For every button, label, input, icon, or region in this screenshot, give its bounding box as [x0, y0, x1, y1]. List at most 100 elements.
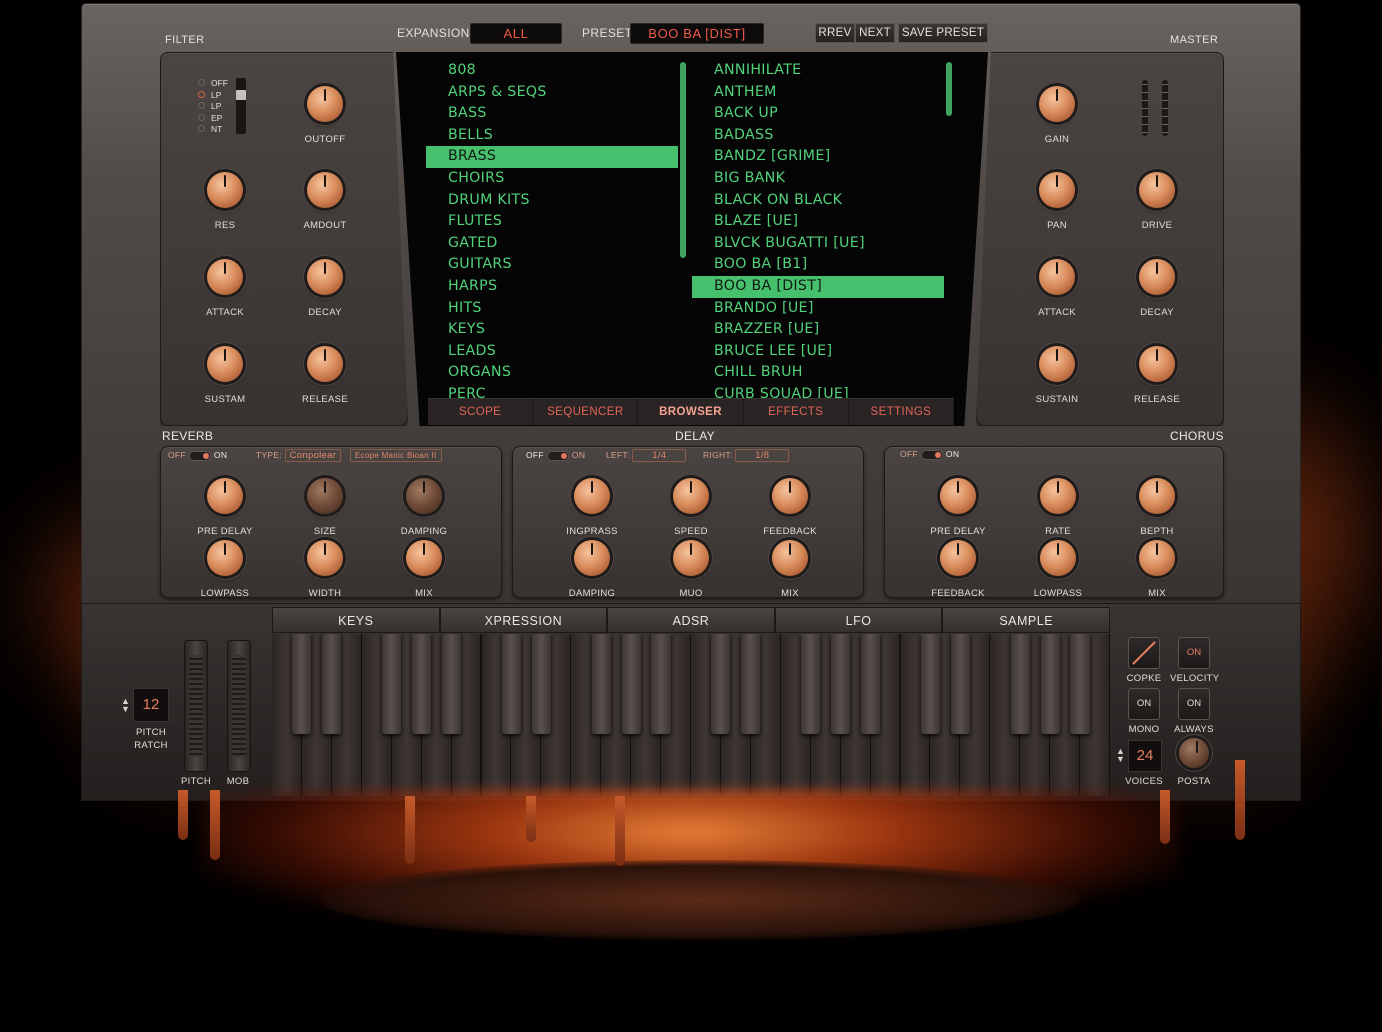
chorus-feedback-knob[interactable]: FEEDBACK — [918, 540, 998, 599]
black-key[interactable] — [920, 634, 940, 734]
tab-browser[interactable]: BROWSER — [638, 399, 744, 425]
filter-sustain-knob[interactable]: SUSTAM — [185, 346, 265, 405]
category-item[interactable]: PERC — [426, 384, 678, 398]
category-item[interactable]: BASS — [426, 103, 678, 125]
delay-right-select[interactable]: 1/8 — [735, 449, 790, 462]
category-item[interactable]: BELLS — [426, 125, 678, 147]
mod-wheel[interactable] — [227, 640, 251, 772]
category-list[interactable]: 808 ARPS & SEQS BASS BELLS BRASS CHOIRS DRUM K… — [426, 60, 678, 398]
tab-sample[interactable]: SAMPLE — [942, 607, 1110, 633]
category-item[interactable]: 808 — [426, 60, 678, 82]
expansion-select[interactable]: ALL — [470, 23, 562, 44]
black-key[interactable] — [322, 634, 342, 734]
category-item[interactable]: DRUM KITS — [426, 190, 678, 212]
master-release-knob[interactable]: RELEASE — [1117, 346, 1197, 405]
preset-item[interactable]: BRANDO [UE] — [692, 298, 944, 320]
black-key[interactable] — [412, 634, 432, 734]
delay-mod-knob[interactable]: MUO — [651, 540, 731, 599]
preset-scrollbar[interactable] — [946, 62, 952, 116]
preset-item[interactable]: BACK UP — [692, 103, 944, 125]
preset-item[interactable]: BLAZE [UE] — [692, 211, 944, 233]
preset-item[interactable]: BLVCK BUGATTI [UE] — [692, 233, 944, 255]
delay-damping-knob[interactable]: DAMPING — [552, 540, 632, 599]
chorus-rate-knob[interactable]: RATE — [1018, 478, 1098, 537]
master-drive-knob[interactable]: DRIVE — [1117, 172, 1197, 231]
black-key[interactable] — [711, 634, 731, 734]
chorus-toggle[interactable] — [920, 449, 943, 460]
piano-keyboard[interactable] — [272, 634, 1110, 796]
black-key[interactable] — [950, 634, 970, 734]
delay-toggle[interactable] — [546, 450, 569, 461]
black-key[interactable] — [501, 634, 521, 734]
reverb-predelay-knob[interactable]: PRE DELAY — [185, 478, 265, 537]
pitch-range-stepper-arrows[interactable]: ▲ ▼ — [121, 697, 130, 714]
tab-scope[interactable]: SCOPE — [428, 399, 534, 425]
chorus-lowpass-knob[interactable]: LOWPASS — [1018, 540, 1098, 599]
delay-speed-knob[interactable]: SPEED — [651, 478, 731, 537]
reverb-size-knob[interactable]: SIZE — [285, 478, 365, 537]
reverb-damping-knob[interactable]: DAMPING — [384, 478, 464, 537]
reverb-width-knob[interactable]: WIDTH — [285, 540, 365, 599]
prev-preset-button[interactable]: RREV — [815, 23, 855, 43]
category-item[interactable]: GUITARS — [426, 254, 678, 276]
black-key[interactable] — [441, 634, 462, 734]
black-key[interactable] — [591, 634, 611, 734]
master-attack-knob[interactable]: ATTACK — [1017, 259, 1097, 318]
filter-decay-knob[interactable]: DECAY — [285, 259, 365, 318]
preset-item[interactable]: BOO BA [DIST] — [692, 275, 944, 298]
category-item[interactable]: HARPS — [426, 276, 678, 298]
filter-res-knob[interactable]: RES — [185, 172, 265, 231]
black-key[interactable] — [1070, 634, 1090, 734]
preset-item[interactable]: BRAZZER [UE] — [692, 319, 944, 341]
delay-ingress-knob[interactable]: INGPRASS — [552, 478, 632, 537]
filter-cutoff-knob[interactable]: OUTOFF — [285, 86, 365, 145]
category-item[interactable]: CHOIRS — [426, 168, 678, 190]
filter-attack-knob[interactable]: ATTACK — [185, 259, 265, 318]
black-key[interactable] — [531, 634, 551, 734]
delay-feedback-knob[interactable]: FEEDBACK — [750, 478, 830, 537]
delay-mix-knob[interactable]: MIX — [750, 540, 830, 599]
category-item[interactable]: HITS — [426, 298, 678, 320]
voices-stepper-arrows[interactable]: ▲ ▼ — [1116, 747, 1125, 764]
preset-select[interactable]: BOO BA [DIST] — [630, 23, 764, 44]
preset-item[interactable]: ANTHEM — [692, 82, 944, 104]
black-key[interactable] — [382, 634, 402, 734]
tab-xpression[interactable]: XPRESSION — [439, 607, 608, 633]
black-key[interactable] — [621, 634, 641, 734]
preset-item[interactable]: BLACK ON BLACK — [692, 190, 944, 212]
master-sustain-knob[interactable]: SUSTAIN — [1017, 346, 1097, 405]
black-key[interactable] — [651, 634, 671, 734]
filter-mode-switch[interactable] — [236, 78, 246, 134]
preset-item[interactable]: BOO BA [B1] — [692, 254, 944, 276]
save-preset-button[interactable]: SAVE PRESET — [898, 23, 988, 43]
chorus-predelay-knob[interactable]: PRE DELAY — [918, 478, 998, 537]
pitch-range-display[interactable]: 12 — [133, 688, 169, 722]
pitch-wheel[interactable] — [184, 640, 208, 772]
portamento-knob[interactable] — [1155, 738, 1233, 768]
reverb-mix-knob[interactable]: MIX — [384, 540, 464, 599]
black-key[interactable] — [801, 634, 821, 734]
category-item[interactable]: KEYS — [426, 319, 678, 341]
reverb-type-select[interactable]: Conpolear — [284, 449, 342, 462]
tab-lfo[interactable]: LFO — [774, 607, 943, 633]
tab-sequencer[interactable]: SEQUENCER — [533, 399, 639, 425]
tab-effects[interactable]: EFFECTS — [744, 399, 849, 425]
next-preset-button[interactable]: NEXT — [855, 23, 895, 43]
category-scrollbar[interactable] — [680, 62, 686, 258]
preset-item[interactable]: ANNIHILATE — [692, 60, 944, 82]
black-key[interactable] — [860, 634, 881, 734]
black-key[interactable] — [292, 634, 312, 734]
mono-button[interactable]: ON — [1128, 688, 1160, 720]
tab-adsr[interactable]: ADSR — [607, 607, 775, 633]
black-key[interactable] — [831, 634, 851, 734]
black-key[interactable] — [1010, 634, 1030, 734]
preset-list[interactable]: ANNIHILATE ANTHEM BACK UP BADASS BANDZ [GRIM… — [692, 60, 944, 398]
filter-release-knob[interactable]: RELEASE — [285, 346, 365, 405]
preset-item[interactable]: BRUCE LEE [UE] — [692, 341, 944, 363]
reverb-toggle[interactable] — [188, 450, 211, 461]
preset-item[interactable]: CURB SQUAD [UE] — [692, 384, 944, 398]
category-item[interactable]: ARPS & SEQS — [426, 82, 678, 104]
delay-left-select[interactable]: 1/4 — [632, 449, 687, 462]
black-key[interactable] — [1040, 634, 1060, 734]
master-gain-knob[interactable]: GAIN — [1017, 86, 1097, 145]
